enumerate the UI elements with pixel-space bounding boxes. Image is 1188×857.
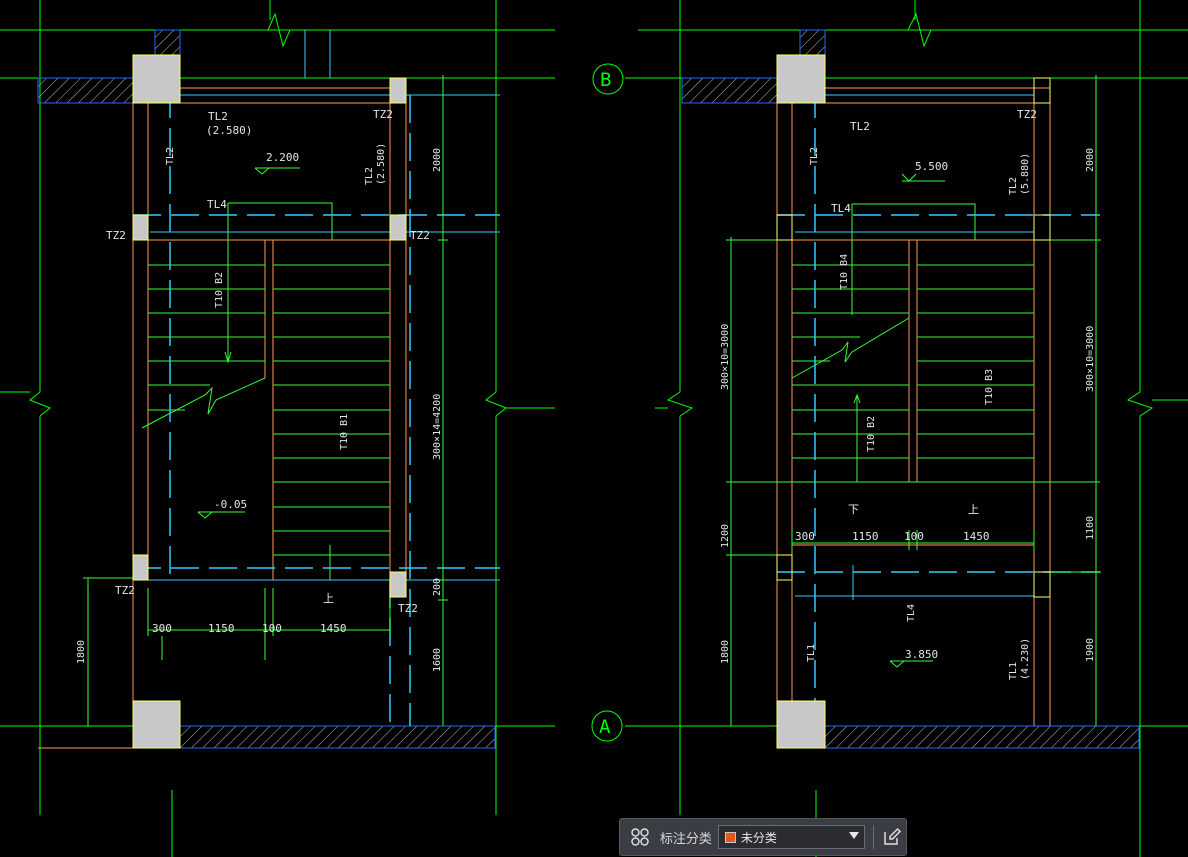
label-t10b3: T10 B3	[984, 369, 995, 405]
left-stair-plan: TL2 (2.580) TZ2 2.200 TL4 TZ2 TZ2 -0.05 …	[37, 29, 500, 749]
label-tl2-top-elev: (2.580)	[206, 124, 252, 137]
category-dropdown[interactable]: 未分类	[717, 825, 866, 849]
label-tl4-top: TL4	[831, 202, 851, 215]
dim-1600: 1600	[432, 648, 443, 672]
wall-hatch	[824, 725, 1140, 749]
label-tz2-mid-left: TZ2	[106, 229, 126, 242]
dim-w100: 100	[262, 622, 282, 635]
wall-hatch	[37, 77, 134, 104]
toolbar-divider	[873, 825, 875, 849]
dimension-lines	[726, 75, 1101, 726]
label-tz2-bottom-left: TZ2	[115, 584, 135, 597]
label-tl2-top: TL2	[208, 110, 228, 123]
label-tl2-top: TL2	[850, 120, 870, 133]
stair-treads	[141, 202, 390, 580]
grid-icon[interactable]	[626, 823, 654, 851]
annotation-category-label: 标注分类	[659, 831, 712, 847]
wall-hatch	[179, 725, 496, 749]
wall-hatch	[154, 29, 181, 56]
label-tl1-left: TL1	[806, 644, 817, 662]
cyan-lines	[150, 30, 500, 581]
dim-w1450: 1450	[320, 622, 347, 635]
annotation-toolbar: 标注分类 未分类	[619, 818, 907, 856]
label-up: 上	[968, 503, 979, 516]
label-tl2-left: TL2	[809, 147, 820, 165]
label-t10b2: T10 B2	[866, 416, 877, 452]
dim-right-1900: 1900	[1085, 638, 1096, 662]
dim-left-3000: 300×10=3000	[720, 324, 731, 390]
edit-icon[interactable]	[878, 823, 906, 851]
label-elev-landing: 2.200	[266, 151, 299, 164]
label-tz2-top-right: TZ2	[1017, 108, 1037, 121]
dim-left-1800: 1800	[720, 640, 731, 664]
stair-treads	[791, 173, 1034, 668]
dim-w1150: 1150	[208, 622, 235, 635]
dim-right-2000: 2000	[1085, 148, 1096, 172]
label-t10b1: T10 B1	[339, 414, 350, 450]
wall-hatch	[799, 29, 826, 56]
label-tl1-right-elev: (4.230)	[1020, 638, 1031, 680]
wall-hatch	[681, 77, 778, 104]
label-elev-ground: -0.05	[214, 498, 247, 511]
label-tl2-right-elev: (5.880)	[1020, 153, 1031, 195]
label-t10b4: T10 B4	[839, 254, 850, 290]
right-stair-plan: B A TL2 TZ2 5.500 TL4 下 上 300 1150 100 1…	[591, 29, 1140, 749]
dim-left-1200: 1200	[720, 524, 731, 548]
label-tl2-right: TL2	[1008, 177, 1019, 195]
label-tz2-bottom-right: TZ2	[398, 602, 418, 615]
label-tl4: TL4	[207, 198, 227, 211]
axis-bubble-b[interactable]: B	[592, 63, 624, 95]
axis-b-label: B	[600, 69, 611, 91]
dashed-grid-lines	[133, 90, 500, 726]
dim-1800: 1800	[76, 640, 87, 664]
dim-w300: 300	[152, 622, 172, 635]
dim-4200: 300×14=4200	[432, 394, 443, 460]
label-down: 下	[848, 503, 859, 516]
label-tl2-right-elev: (2.580)	[376, 143, 387, 185]
label-tz2-mid-right: TZ2	[410, 229, 430, 242]
dim-200: 200	[432, 578, 443, 596]
dim-w1150: 1150	[852, 530, 879, 543]
label-up: 上	[323, 592, 334, 605]
label-tl2-right: TL2	[364, 167, 375, 185]
label-tl1-right: TL1	[1008, 662, 1019, 680]
chevron-down-icon[interactable]	[849, 832, 860, 839]
label-elev-landing-top: 5.500	[915, 160, 948, 173]
cad-drawing-canvas[interactable]: TL2 (2.580) TZ2 2.200 TL4 TZ2 TZ2 -0.05 …	[0, 0, 1188, 857]
dim-right-3000: 300×10=3000	[1085, 326, 1096, 392]
label-tl4-low: TL4	[906, 604, 917, 622]
axis-bubble-a[interactable]: A	[591, 710, 623, 742]
dim-w1450: 1450	[963, 530, 990, 543]
label-t10b2: T10 B2	[214, 272, 225, 308]
dim-right-1100: 1100	[1085, 516, 1096, 540]
label-tz2-top-right: TZ2	[373, 108, 393, 121]
axis-a-label: A	[599, 716, 611, 738]
category-selected-value: 未分类	[740, 830, 777, 845]
dashed-grid-lines	[777, 90, 1100, 726]
dim-w100: 100	[904, 530, 924, 543]
beam-outlines	[38, 87, 407, 749]
category-color-swatch	[724, 831, 736, 843]
label-tl2-left: TL2	[165, 147, 176, 165]
dim-2000: 2000	[432, 148, 443, 172]
label-elev-landing-mid: 3.850	[905, 648, 938, 661]
dim-w300: 300	[795, 530, 815, 543]
